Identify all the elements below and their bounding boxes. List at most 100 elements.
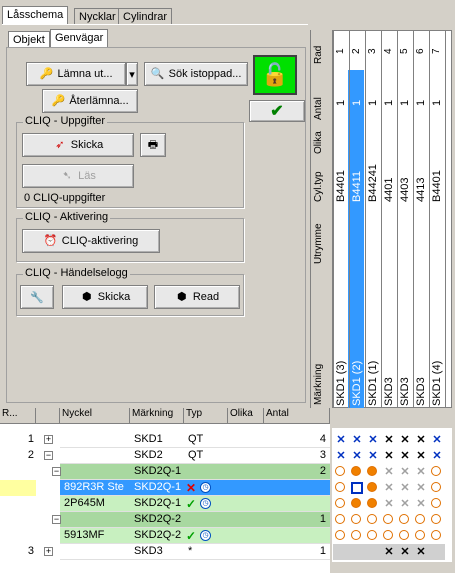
tab-genvagar[interactable]: Genvägar [50,29,109,47]
print-button[interactable]: 🖶 [140,133,166,157]
access-cross-icon[interactable]: ✕ [431,450,443,462]
access-circle-icon[interactable] [351,530,361,540]
access-cross-icon[interactable]: ✕ [335,450,347,462]
tab-lasschema[interactable]: Låsschema [2,6,69,24]
access-circle-icon[interactable] [431,530,441,540]
access-circle-icon[interactable] [335,466,345,476]
access-cross-icon[interactable]: ✕ [383,434,395,446]
lamna-ut-button[interactable]: 🔑 Lämna ut... [26,62,126,86]
access-cross-icon[interactable]: ✕ [383,450,395,462]
row-number [0,465,34,479]
las-button[interactable]: ➷ Läs [22,164,134,188]
access-filled-circle-icon[interactable] [367,482,377,492]
tab-nycklar[interactable]: Nycklar [74,8,121,24]
access-cross-icon[interactable]: ✕ [415,434,427,446]
access-cross-icon[interactable]: ✕ [399,466,411,478]
skicka-log-button[interactable]: ⬢ Skicka [62,285,148,309]
read-log-button[interactable]: ⬢ Read [154,285,240,309]
divider [365,30,366,408]
col-header-r[interactable]: R... [0,408,36,424]
cell-typ: QT [188,433,204,445]
access-cross-icon[interactable]: ✕ [415,450,427,462]
column-cyltyp: 4413 [415,177,427,202]
access-circle-icon[interactable] [399,530,409,540]
col-header-olika[interactable]: Olika [228,408,264,424]
aterlamna-button[interactable]: 🔑 Återlämna... [42,89,138,113]
access-cross-icon[interactable]: ✕ [399,546,411,558]
column-number[interactable]: 5 [399,34,410,54]
col-header-typ[interactable]: Typ [184,408,228,424]
label-olika: Olika [313,131,324,154]
expand-toggle[interactable]: − [52,467,61,476]
access-circle-icon[interactable] [431,514,441,524]
access-filled-circle-icon[interactable] [367,466,377,476]
access-cross-icon[interactable]: ✕ [431,434,443,446]
column-number[interactable]: 3 [367,34,378,54]
tab-objekt[interactable]: Objekt [8,31,50,47]
access-cross-icon[interactable]: ✕ [367,434,379,446]
access-cross-icon[interactable]: ✕ [399,450,411,462]
key-log-button[interactable]: 🔧 [20,285,54,309]
selected-cell-icon[interactable] [351,482,363,494]
access-cross-icon[interactable]: ✕ [351,450,363,462]
access-cross-icon[interactable]: ✕ [383,546,395,558]
access-cross-icon[interactable]: ✕ [351,434,363,446]
expand-toggle[interactable]: − [44,451,53,460]
access-filled-circle-icon[interactable] [367,498,377,508]
key-icon: 🔧 [30,291,44,304]
column-number[interactable]: 7 [431,34,442,54]
access-circle-icon[interactable] [351,514,361,524]
tab-cylindrar[interactable]: Cylindrar [118,8,173,24]
access-filled-circle-icon[interactable] [351,498,361,508]
access-cross-icon[interactable]: ✕ [399,434,411,446]
access-circle-icon[interactable] [367,514,377,524]
column-markning: SKD3 [415,377,427,406]
cell-nyckel [62,449,128,463]
expand-toggle[interactable]: − [52,515,61,524]
access-cross-icon[interactable]: ✕ [415,466,427,478]
skicka-button[interactable]: ➶ Skicka [22,133,134,157]
access-circle-icon[interactable] [399,514,409,524]
access-filled-circle-icon[interactable] [351,466,361,476]
column-antal: 1 [399,99,411,106]
column-number[interactable]: 6 [415,34,426,54]
access-circle-icon[interactable] [335,530,345,540]
access-cross-icon[interactable]: ✕ [335,434,347,446]
col-header-markning[interactable]: Märkning [130,408,184,424]
expand-toggle[interactable]: + [44,547,53,556]
col-header-nyckel[interactable]: Nyckel [60,408,130,424]
access-circle-icon[interactable] [431,466,441,476]
divider [397,30,398,408]
cliq-aktivering-button[interactable]: ⏰ CLIQ-aktivering [22,229,160,253]
column-number[interactable]: 4 [383,34,394,54]
access-circle-icon[interactable] [415,530,425,540]
sok-istoppad-button[interactable]: 🔍 Sök istoppad... [144,62,248,86]
column-antal: 1 [351,99,363,106]
access-circle-icon[interactable] [335,482,345,492]
access-cross-icon[interactable]: ✕ [415,482,427,494]
access-cross-icon[interactable]: ✕ [367,450,379,462]
expand-toggle[interactable]: + [44,435,53,444]
access-circle-icon[interactable] [367,530,377,540]
lock-status-icon[interactable]: 🔓 [253,55,297,95]
column-number[interactable]: 2 [351,34,362,54]
access-circle-icon[interactable] [383,514,393,524]
confirm-button[interactable]: ✔ [249,100,305,122]
access-cross-icon[interactable]: ✕ [415,546,427,558]
send-arrow-icon: ➶ [55,139,65,151]
access-cross-icon[interactable]: ✕ [399,482,411,494]
lamna-ut-dropdown[interactable]: ▾ [126,62,138,86]
access-circle-icon[interactable] [431,482,441,492]
access-circle-icon[interactable] [415,514,425,524]
access-circle-icon[interactable] [335,514,345,524]
access-cross-icon[interactable]: ✕ [383,482,395,494]
access-cross-icon[interactable]: ✕ [415,498,427,510]
column-number[interactable]: 1 [335,34,346,54]
access-circle-icon[interactable] [335,498,345,508]
access-cross-icon[interactable]: ✕ [383,466,395,478]
col-header-antal[interactable]: Antal [264,408,330,424]
access-cross-icon[interactable]: ✕ [399,498,411,510]
access-cross-icon[interactable]: ✕ [383,498,395,510]
access-circle-icon[interactable] [383,530,393,540]
access-circle-icon[interactable] [431,498,441,508]
